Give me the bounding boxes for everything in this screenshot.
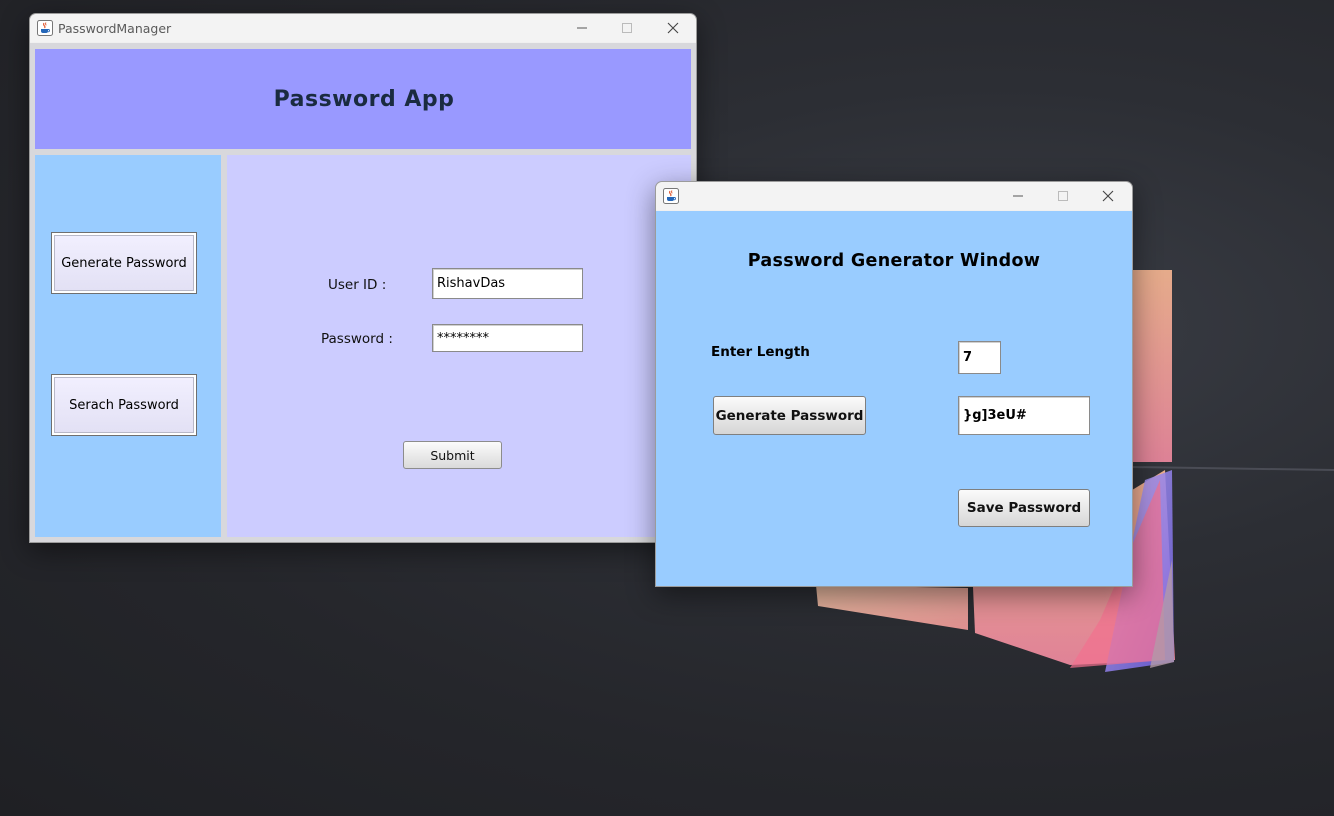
main-titlebar[interactable]: PasswordManager [30,14,696,42]
maximize-icon [622,23,632,33]
generate-password-button[interactable]: Generate Password [713,396,866,435]
password-field[interactable]: ******** [432,324,583,352]
generator-titlebar[interactable] [656,182,1132,210]
generator-heading: Password Generator Window [747,251,1041,271]
minimize-button[interactable] [1000,186,1036,206]
user-id-label: User ID : [328,277,387,293]
close-icon [667,22,679,34]
password-generator-window: Password Generator Window Enter Length 7… [655,181,1133,587]
page-title: Password App [273,86,455,112]
submit-button[interactable]: Submit [403,441,502,469]
generate-password-button[interactable]: Generate Password [51,232,197,294]
close-icon [1102,190,1114,202]
sidebar: Generate Password Serach Password [35,155,221,537]
window-title: PasswordManager [58,21,172,36]
generator-content: Password Generator Window Enter Length 7… [656,211,1132,586]
minimize-icon [1013,195,1023,197]
minimize-icon [577,27,587,29]
password-manager-window: PasswordManager Password App Generate Pa… [29,13,697,543]
close-button[interactable] [1090,186,1126,206]
maximize-icon [1058,191,1068,201]
length-field[interactable]: 7 [958,341,1001,374]
login-form-panel: User ID : RishavDas Password : ******** … [227,155,691,537]
minimize-button[interactable] [564,18,600,38]
password-label: Password : [321,331,393,347]
java-cup-icon [37,20,53,36]
main-content: Password App Generate Password Serach Pa… [30,43,696,542]
search-password-button[interactable]: Serach Password [51,374,197,436]
save-password-button[interactable]: Save Password [958,489,1090,527]
enter-length-label: Enter Length [711,344,810,360]
java-cup-icon [663,188,679,204]
maximize-button[interactable] [609,18,645,38]
header-panel: Password App [35,49,691,149]
generated-password-field[interactable]: }g]3eU# [958,396,1090,435]
close-button[interactable] [655,18,691,38]
user-id-field[interactable]: RishavDas [432,268,583,299]
maximize-button[interactable] [1045,186,1081,206]
